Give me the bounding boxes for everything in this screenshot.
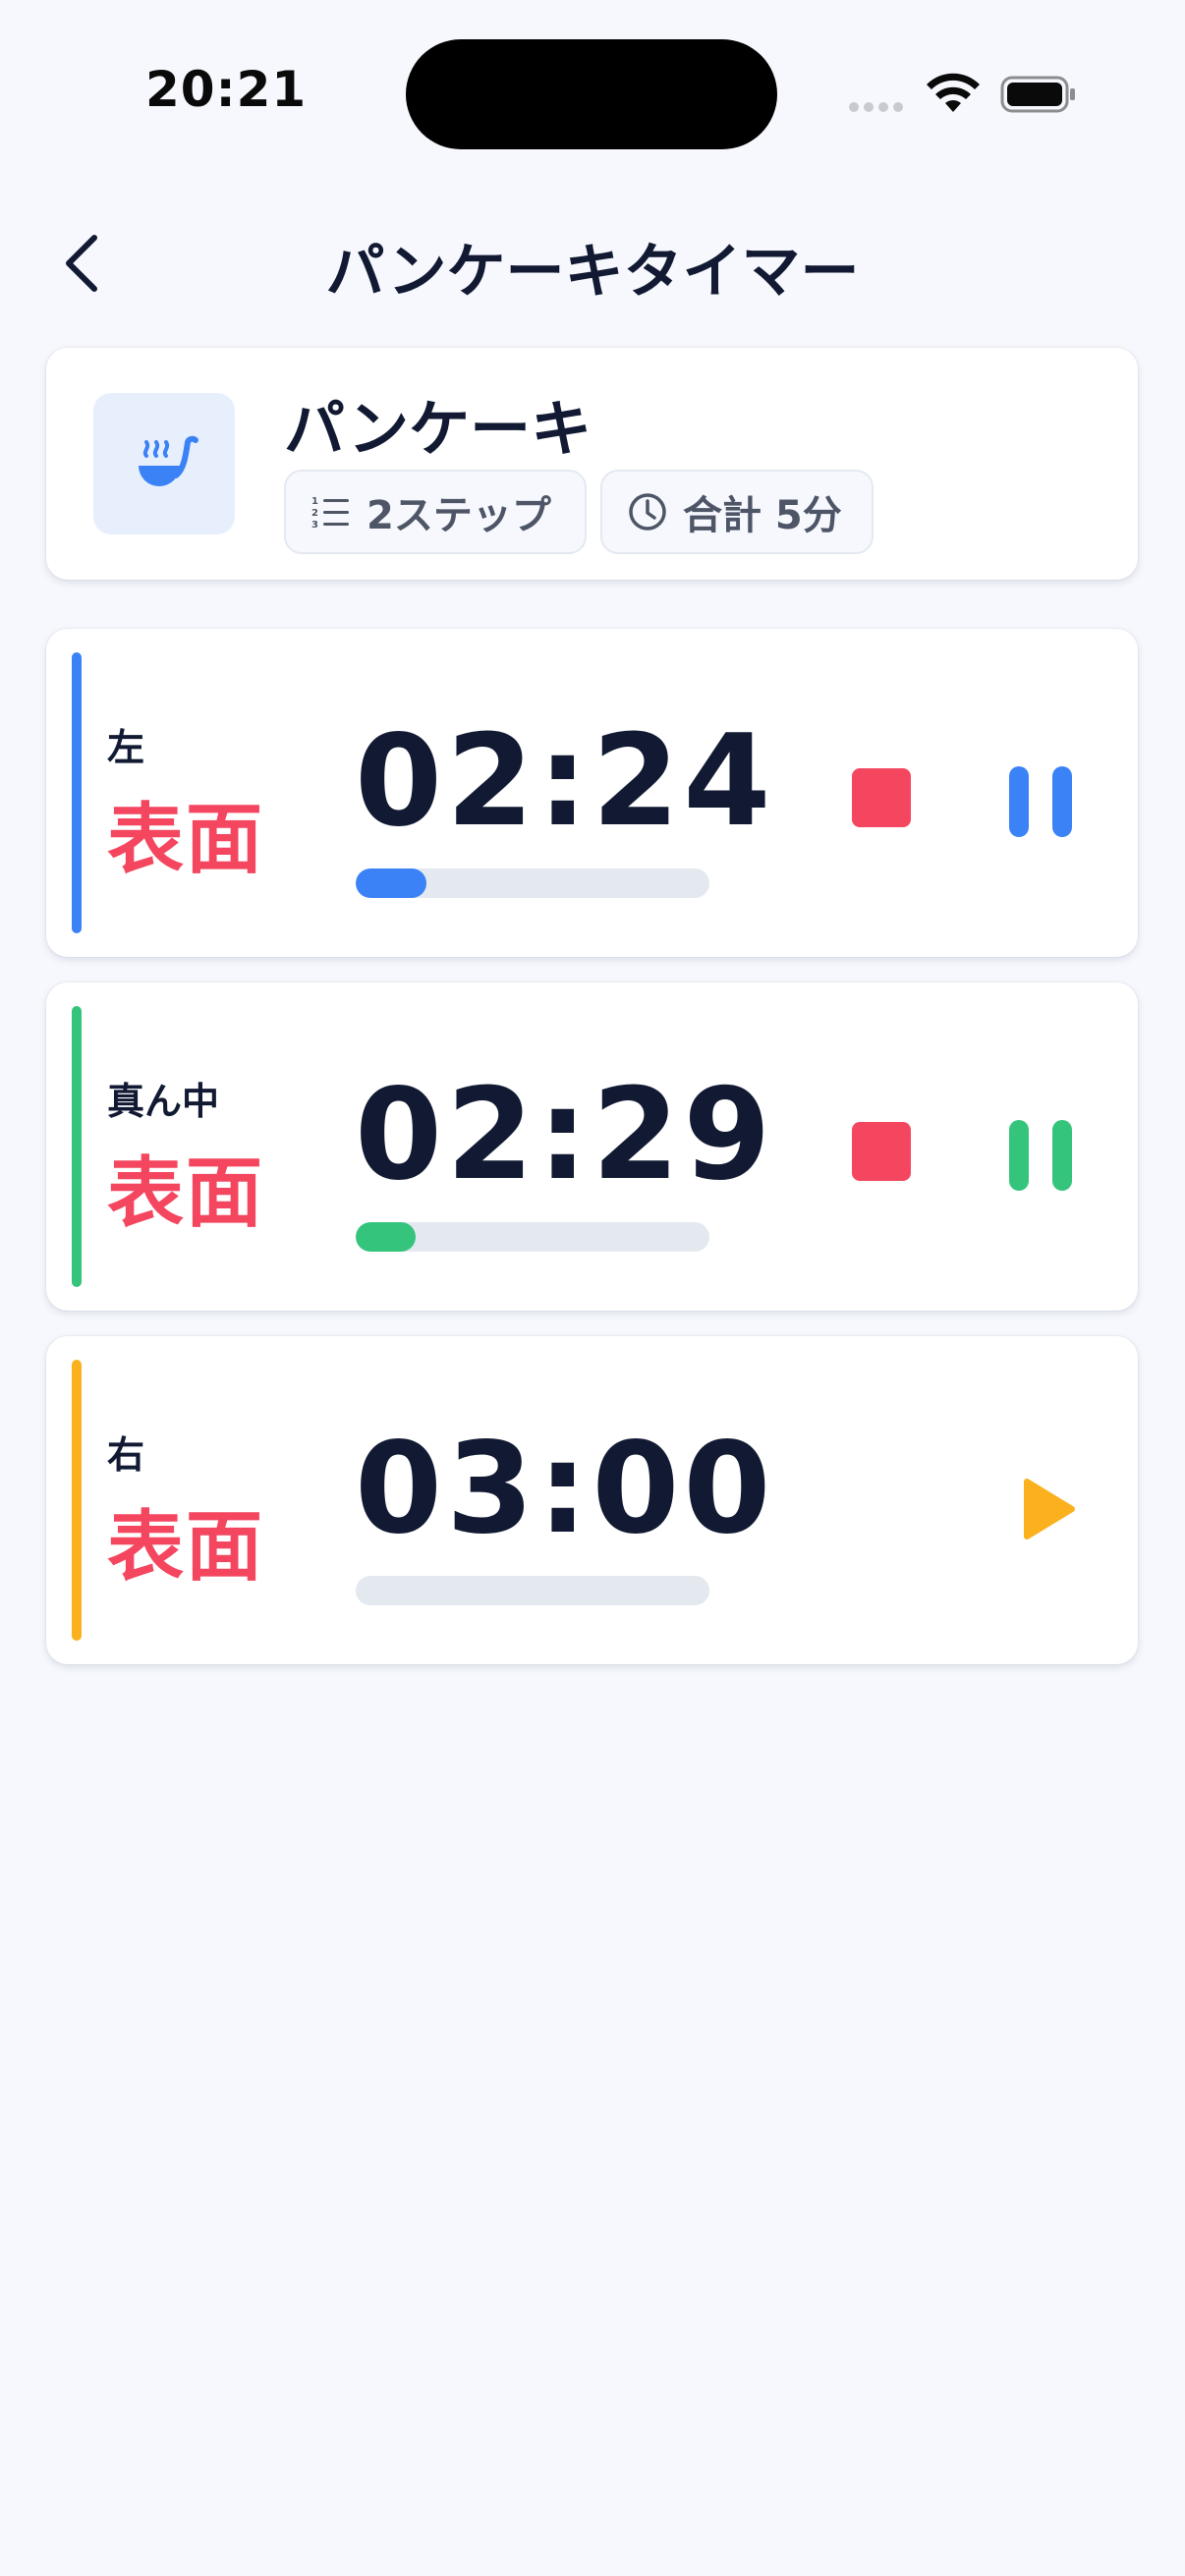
accent-bar xyxy=(72,652,82,933)
svg-text:2: 2 xyxy=(311,508,318,519)
side-label: 表面 xyxy=(107,796,265,884)
status-time: 20:21 xyxy=(145,61,308,118)
side-label: 表面 xyxy=(107,1503,265,1592)
recipe-name: パンケーキ xyxy=(284,393,592,465)
numbered-list-icon: 1 2 3 xyxy=(311,496,349,530)
position-label: 真ん中 xyxy=(107,1080,220,1123)
steps-chip: 1 2 3 2ステップ xyxy=(284,470,587,554)
dynamic-island xyxy=(406,39,777,149)
timer-progress-bar xyxy=(356,1576,709,1605)
page-title: パンケーキタイマー xyxy=(325,238,860,307)
timer-progress-bar xyxy=(356,868,709,898)
svg-text:1: 1 xyxy=(311,496,318,507)
side-label: 表面 xyxy=(107,1149,265,1238)
steps-chip-label: 2ステップ xyxy=(367,493,551,538)
accent-bar xyxy=(72,1360,82,1641)
total-time-chip: 合計 5分 xyxy=(600,470,874,554)
timer-card-left: 左 表面 02:24 xyxy=(46,629,1138,957)
svg-text:3: 3 xyxy=(311,520,318,530)
clock-icon xyxy=(629,493,666,531)
stop-button[interactable] xyxy=(852,1122,911,1181)
ladle-icon xyxy=(93,393,235,534)
timer-progress-bar xyxy=(356,1222,709,1252)
position-label: 右 xyxy=(107,1433,145,1477)
total-time-label: 合計 5分 xyxy=(683,493,842,538)
battery-icon xyxy=(1000,76,1075,113)
position-label: 左 xyxy=(107,726,145,769)
wifi-icon xyxy=(927,73,980,112)
timer-countdown: 03:00 xyxy=(355,1416,775,1562)
pause-button[interactable] xyxy=(1009,1120,1074,1191)
cellular-signal-icon xyxy=(849,102,903,112)
timer-progress-fill xyxy=(356,1222,417,1252)
accent-bar xyxy=(72,1006,82,1287)
pause-button[interactable] xyxy=(1009,766,1074,837)
play-icon[interactable] xyxy=(1019,1476,1078,1542)
timer-card-right: 右 表面 03:00 xyxy=(46,1336,1138,1664)
stop-button[interactable] xyxy=(852,768,911,827)
timer-countdown: 02:29 xyxy=(355,1062,775,1208)
timer-card-middle: 真ん中 表面 02:29 xyxy=(46,982,1138,1311)
timer-progress-fill xyxy=(356,868,426,898)
recipe-summary-card: パンケーキ 1 2 3 2ステップ 合計 5分 xyxy=(46,348,1138,580)
timer-countdown: 02:24 xyxy=(355,708,775,855)
